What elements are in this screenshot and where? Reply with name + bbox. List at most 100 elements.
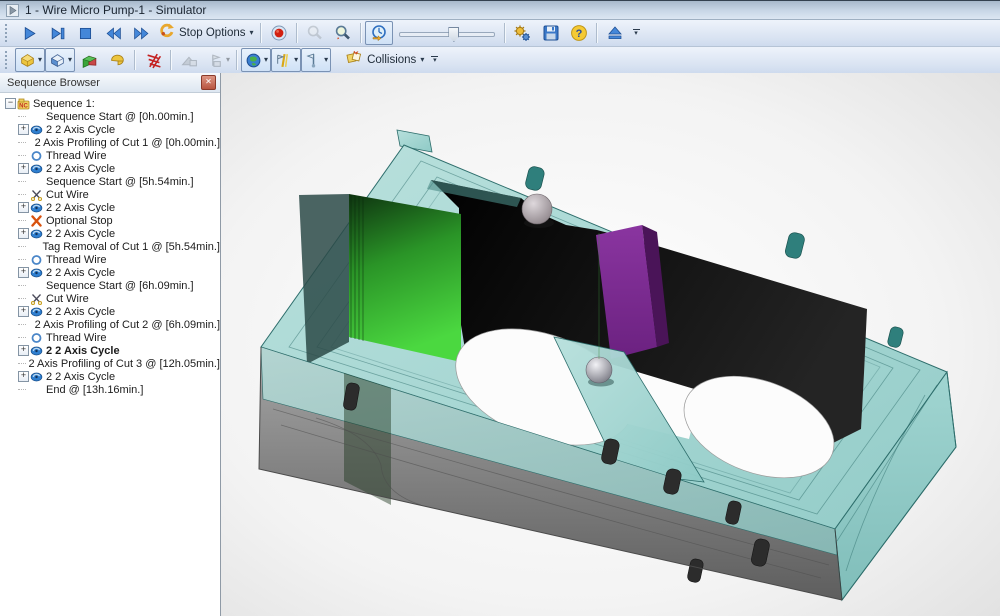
thread-wire-icon <box>30 332 45 344</box>
tree-item[interactable]: +2 2 Axis Cycle <box>0 162 220 175</box>
collisions-button[interactable]: Collisions ▾ <box>341 48 427 72</box>
stop-options-button[interactable]: Stop Options ▾ <box>155 21 257 45</box>
step-forward-button[interactable] <box>43 21 71 45</box>
svg-text:NC: NC <box>19 103 28 109</box>
svg-text:?: ? <box>575 28 582 40</box>
speed-toggle-button[interactable] <box>365 21 393 45</box>
tree-item[interactable]: 2 Axis Profiling of Cut 3 @ [12h.05min.] <box>0 357 220 370</box>
view-section-button[interactable] <box>103 48 131 72</box>
tree-item[interactable]: +2 2 Axis Cycle <box>0 123 220 136</box>
play-button[interactable] <box>15 21 43 45</box>
help-icon[interactable]: ? <box>565 21 593 45</box>
speed-slider-track[interactable] <box>399 32 495 37</box>
tree-item-label: 2 2 Axis Cycle <box>45 306 115 318</box>
zoom-in-icon[interactable] <box>329 21 357 45</box>
wire-display-button[interactable]: ▾ <box>271 48 301 72</box>
tree-item[interactable]: Sequence Start @ [5h.54min.] <box>0 175 220 188</box>
tree-item[interactable]: Cut Wire <box>0 188 220 201</box>
tree-expander[interactable]: + <box>18 306 29 317</box>
tree-item[interactable]: −NCSequence 1: <box>0 97 220 110</box>
separator <box>236 50 238 70</box>
tree-item[interactable]: 2 Axis Profiling of Cut 2 @ [6h.09min.] <box>0 318 220 331</box>
fast-forward-button[interactable] <box>127 21 155 45</box>
zoom-out-icon[interactable] <box>301 21 329 45</box>
tree-item-label: 2 2 Axis Cycle <box>45 228 115 240</box>
tree-expander[interactable]: + <box>18 202 29 213</box>
panel-close-button[interactable]: ✕ <box>201 75 216 90</box>
tree-item[interactable]: Sequence Start @ [0h.00min.] <box>0 110 220 123</box>
tree-item[interactable]: Tag Removal of Cut 1 @ [5h.54min.] <box>0 240 220 253</box>
sequence-browser-title: Sequence Browser <box>7 77 100 89</box>
viewport-3d[interactable] <box>221 73 1000 616</box>
pocket-left-wall-shaded <box>299 194 349 364</box>
stop-button[interactable] <box>71 21 99 45</box>
toolbar-overflow-button[interactable]: ▾ <box>633 29 640 37</box>
machine-settings-icon[interactable] <box>509 21 537 45</box>
tree-expander[interactable]: + <box>18 124 29 135</box>
tree-item[interactable]: End @ [13h.16min.] <box>0 383 220 396</box>
tree-expander[interactable]: + <box>18 228 29 239</box>
tree-item-label: Sequence Start @ [5h.54min.] <box>45 176 194 188</box>
tree-connector <box>18 285 26 286</box>
toolbar-display: ▾ ▾ ▾ ▾ ▾ <box>0 47 1000 75</box>
tree-connector <box>18 220 26 221</box>
tree-item-label: 2 Axis Profiling of Cut 1 @ [0h.00min.] <box>34 137 220 149</box>
tree-connector <box>18 324 26 325</box>
tree-item[interactable]: +2 2 Axis Cycle <box>0 370 220 383</box>
wire-moves-button[interactable] <box>139 48 167 72</box>
sequence-tree: −NCSequence 1:Sequence Start @ [0h.00min… <box>0 93 220 616</box>
tree-connector <box>18 142 26 143</box>
speed-slider[interactable] <box>399 24 495 42</box>
rewind-button[interactable] <box>99 21 127 45</box>
tree-item[interactable]: +2 2 Axis Cycle <box>0 305 220 318</box>
tree-item[interactable]: +2 2 Axis Cycle <box>0 201 220 214</box>
tree-expander[interactable]: + <box>18 371 29 382</box>
view-comparison-button[interactable] <box>75 48 103 72</box>
tree-item-label: 2 2 Axis Cycle <box>45 267 115 279</box>
toolbar-playback: Stop Options ▾ ? <box>0 20 1000 47</box>
speed-slider-thumb[interactable] <box>448 27 459 42</box>
tree-connector <box>18 337 26 338</box>
tree-connector <box>18 259 26 260</box>
cycle-icon <box>30 124 45 136</box>
toolbar-grip[interactable] <box>5 51 12 69</box>
tree-connector <box>18 116 26 117</box>
tree-connector <box>18 194 26 195</box>
collisions-label: Collisions <box>364 54 419 66</box>
separator <box>170 50 172 70</box>
toolbar-overflow-button[interactable]: ▾ <box>431 56 438 64</box>
tree-item[interactable]: Thread Wire <box>0 331 220 344</box>
tree-item[interactable]: Optional Stop <box>0 214 220 227</box>
cut-wire-icon <box>30 293 45 305</box>
view-target-button[interactable]: ▾ <box>45 48 75 72</box>
optional-stop-icon <box>30 215 45 227</box>
tree-item[interactable]: Cut Wire <box>0 292 220 305</box>
toolbar-grip[interactable] <box>5 24 12 42</box>
tree-connector <box>18 181 26 182</box>
tree-item-label: Thread Wire <box>45 332 107 344</box>
tree-item-label: Sequence Start @ [0h.00min.] <box>45 111 194 123</box>
tree-expander[interactable]: + <box>18 163 29 174</box>
tree-expander[interactable]: + <box>18 345 29 356</box>
separator <box>260 23 262 43</box>
view-stock-button[interactable]: ▾ <box>15 48 45 72</box>
tree-item[interactable]: Sequence Start @ [6h.09min.] <box>0 279 220 292</box>
tree-item[interactable]: 2 Axis Profiling of Cut 1 @ [0h.00min.] <box>0 136 220 149</box>
tree-item[interactable]: Thread Wire <box>0 253 220 266</box>
tree-item[interactable]: Thread Wire <box>0 149 220 162</box>
tree-expander[interactable]: − <box>5 98 16 109</box>
annotation-flag-icon[interactable]: ▾ <box>203 48 233 72</box>
tree-item[interactable]: +2 2 Axis Cycle <box>0 227 220 240</box>
tree-connector <box>18 298 26 299</box>
world-view-button[interactable]: ▾ <box>241 48 271 72</box>
tree-item[interactable]: +2 2 Axis Cycle <box>0 266 220 279</box>
marker-display-button[interactable]: ▾ <box>301 48 331 72</box>
separator <box>596 23 598 43</box>
eject-icon[interactable] <box>601 21 629 45</box>
save-icon[interactable] <box>537 21 565 45</box>
tree-expander[interactable]: + <box>18 267 29 278</box>
record-button[interactable] <box>265 21 293 45</box>
snapshot-icon[interactable] <box>175 48 203 72</box>
sequence-browser-header: Sequence Browser ✕ <box>0 73 220 93</box>
tree-item[interactable]: +2 2 Axis Cycle <box>0 344 220 357</box>
